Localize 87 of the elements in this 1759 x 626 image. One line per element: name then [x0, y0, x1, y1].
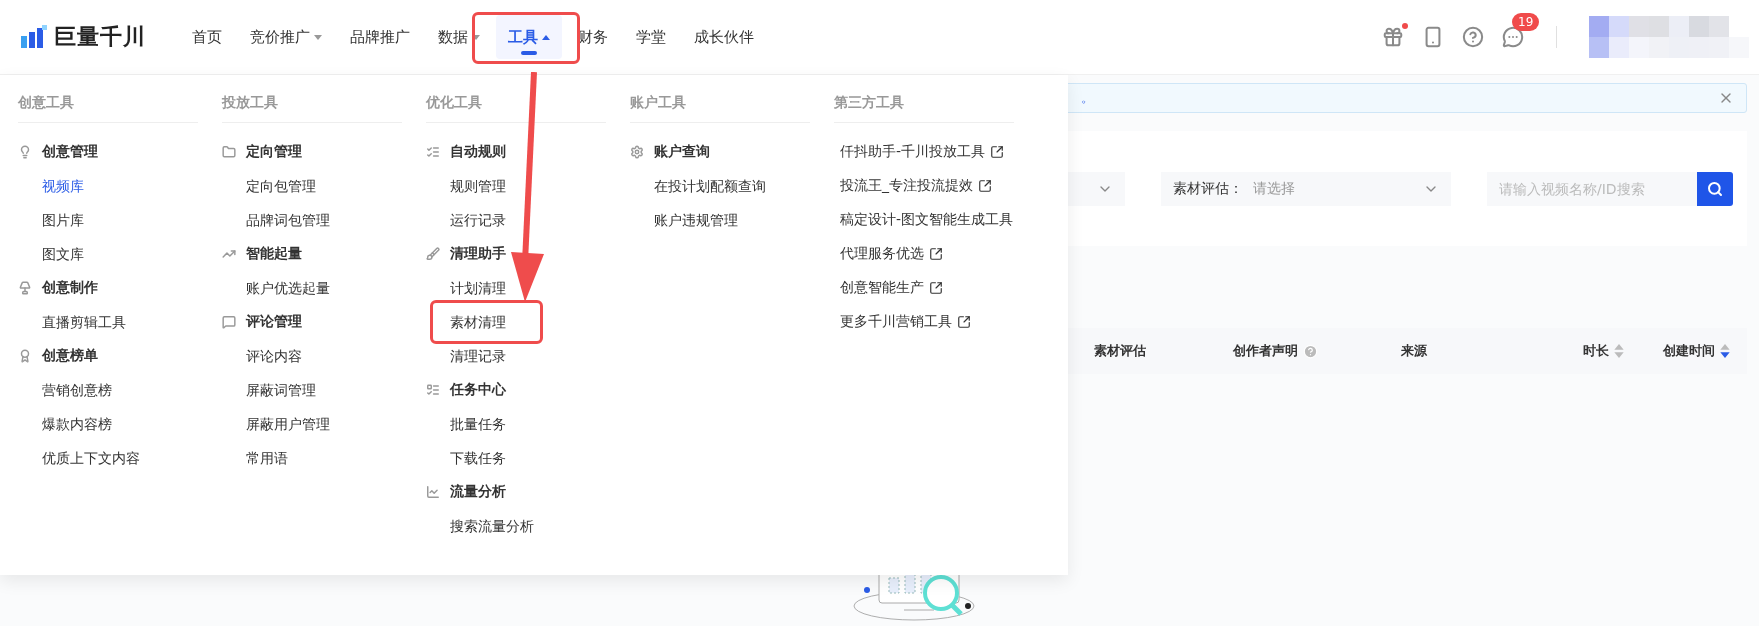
nav-tab[interactable]: 工具: [496, 15, 562, 59]
menu-group-title: 清理助手: [450, 245, 506, 263]
menu-item[interactable]: 图文库: [42, 244, 84, 264]
search-button[interactable]: [1697, 171, 1733, 206]
search-icon: [1707, 180, 1723, 197]
nav-tab[interactable]: 竞价推广: [238, 15, 334, 59]
notice-text: 。: [1081, 89, 1095, 107]
brush-icon: [426, 247, 440, 261]
menu-item[interactable]: 计划清理: [450, 278, 506, 298]
nav-tab[interactable]: 品牌推广: [338, 15, 422, 59]
external-link-icon: [957, 315, 971, 329]
select-field[interactable]: 素材评估： 请选择: [1161, 171, 1451, 206]
menu-link[interactable]: 创意智能生产: [834, 271, 1014, 305]
lightbulb-icon: [18, 145, 32, 159]
folder-icon: [222, 145, 236, 159]
menu-item[interactable]: 屏蔽词管理: [246, 380, 316, 400]
menu-item[interactable]: 直播剪辑工具: [42, 312, 126, 332]
menu-item[interactable]: 账户违规管理: [654, 210, 738, 230]
gear-icon: [630, 145, 644, 159]
menu-item[interactable]: 在投计划配额查询: [654, 176, 766, 196]
menu-item[interactable]: 营销创意榜: [42, 380, 112, 400]
menu-group-title: 定向管理: [246, 143, 302, 161]
line-chart-icon: [426, 485, 440, 499]
menu-column-title: 账户工具: [630, 75, 810, 123]
search-field[interactable]: 请输入视频名称/ID搜索: [1487, 171, 1697, 206]
lamp-icon: [18, 281, 32, 295]
menu-link[interactable]: 稿定设计-图文智能生成工具: [834, 203, 1014, 237]
menu-item[interactable]: 清理记录: [450, 346, 506, 366]
checklist-icon: [426, 145, 440, 159]
menu-group-title: 自动规则: [450, 143, 506, 161]
sort-icon[interactable]: [1720, 344, 1730, 358]
count-badge: 19: [1512, 13, 1540, 31]
menu-item[interactable]: 屏蔽用户管理: [246, 414, 330, 434]
external-link-icon: [990, 145, 1005, 159]
menu-group-title: 流量分析: [450, 483, 506, 501]
menu-item[interactable]: 规则管理: [450, 176, 506, 196]
menu-item[interactable]: 下载任务: [450, 448, 506, 468]
column-header: 创作者声明: [1233, 342, 1298, 360]
menu-item[interactable]: 素材清理: [450, 312, 506, 332]
column-header: 素材评估: [1094, 342, 1146, 360]
menu-item[interactable]: 图片库: [42, 210, 84, 230]
external-link-icon: [929, 281, 943, 295]
menu-item[interactable]: 评论内容: [246, 346, 302, 366]
menu-item[interactable]: 品牌词包管理: [246, 210, 330, 230]
help-icon[interactable]: [1462, 26, 1484, 48]
nav-tab[interactable]: 学堂: [624, 15, 678, 59]
nav-tab[interactable]: 成长伙伴: [682, 15, 766, 59]
menu-item[interactable]: 常用语: [246, 448, 288, 468]
menu-link[interactable]: 更多千川营销工具: [834, 305, 1014, 339]
column-header: 来源: [1401, 342, 1427, 360]
menu-item[interactable]: 搜索流量分析: [450, 516, 534, 536]
menu-item[interactable]: 视频库: [42, 176, 84, 196]
menu-column-title: 优化工具: [426, 75, 606, 123]
menu-item[interactable]: 爆款内容榜: [42, 414, 112, 434]
logo-text: 巨量千川: [54, 23, 146, 51]
nav-tab[interactable]: 数据: [426, 15, 492, 59]
column-header: 时长: [1583, 342, 1609, 360]
menu-group-title: 创意管理: [42, 143, 98, 161]
logo-icon: [20, 24, 48, 50]
gift-icon[interactable]: [1382, 26, 1404, 48]
menu-column-title: 第三方工具: [834, 75, 1014, 123]
menu-link[interactable]: 投流王_专注投流提效: [834, 169, 1014, 203]
menu-group-title: 评论管理: [246, 313, 302, 331]
menu-group-title: 智能起量: [246, 245, 302, 263]
external-link-icon: [929, 247, 943, 261]
menu-item[interactable]: 批量任务: [450, 414, 506, 434]
menu-item[interactable]: 优质上下文内容: [42, 448, 140, 468]
menu-column-title: 投放工具: [222, 75, 402, 123]
menu-item[interactable]: 账户优选起量: [246, 278, 330, 298]
trend-icon: [222, 247, 236, 261]
chat-icon[interactable]: [1502, 26, 1524, 48]
menu-group-title: 账户查询: [654, 143, 710, 161]
menu-link[interactable]: 代理服务优选: [834, 237, 1014, 271]
menu-link[interactable]: 仟抖助手-千川投放工具: [834, 135, 1014, 169]
menu-item[interactable]: 定向包管理: [246, 176, 316, 196]
menu-group-title: 创意榜单: [42, 347, 98, 365]
menu-column-title: 创意工具: [18, 75, 198, 123]
external-link-icon: [978, 179, 992, 193]
comment-icon: [222, 315, 236, 329]
blurred-avatar[interactable]: [1589, 16, 1749, 58]
menu-item[interactable]: 运行记录: [450, 210, 506, 230]
award-icon: [18, 349, 32, 363]
todo-list-icon: [426, 383, 440, 397]
menu-group-title: 创意制作: [42, 279, 98, 297]
column-header: 创建时间: [1663, 342, 1715, 360]
menu-group-title: 任务中心: [450, 381, 506, 399]
nav-tab[interactable]: 首页: [180, 15, 234, 59]
